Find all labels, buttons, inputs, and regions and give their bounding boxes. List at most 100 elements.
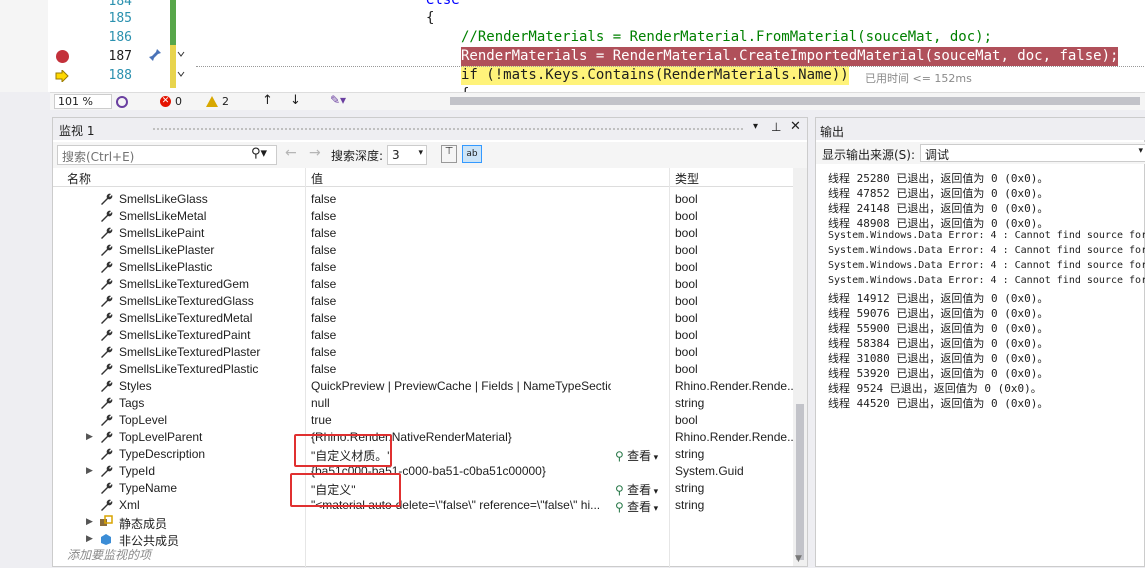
- view-button[interactable]: ⚲ 查看 ▾: [615, 498, 658, 515]
- row-name: SmellsLikeTexturedGlass: [119, 294, 254, 308]
- table-row[interactable]: SmellsLikeTexturedGlass false bool: [53, 293, 793, 310]
- back-icon[interactable]: ←: [285, 145, 297, 161]
- warning-count[interactable]: 2: [222, 95, 229, 108]
- row-value[interactable]: false: [311, 243, 611, 257]
- scrollbar-thumb[interactable]: [796, 404, 804, 560]
- col-value-header[interactable]: 值: [311, 170, 323, 187]
- table-row[interactable]: SmellsLikeTexturedPlaster false bool: [53, 344, 793, 361]
- table-row[interactable]: SmellsLikeGlass false bool: [53, 191, 793, 208]
- pin-icon[interactable]: ⊥: [771, 120, 781, 134]
- table-row[interactable]: SmellsLikeTexturedMetal false bool: [53, 310, 793, 327]
- row-type: string: [675, 498, 705, 512]
- table-row[interactable]: SmellsLikePlastic false bool: [53, 259, 793, 276]
- table-row[interactable]: SmellsLikeTexturedPlastic false bool: [53, 361, 793, 378]
- view-label: 查看: [627, 500, 652, 514]
- row-value[interactable]: false: [311, 362, 611, 376]
- row-name: TypeDescription: [119, 447, 206, 461]
- annotation-box: [290, 473, 401, 507]
- col-type-header[interactable]: 类型: [675, 170, 699, 187]
- table-row[interactable]: Tags null string: [53, 395, 793, 412]
- table-row[interactable]: TopLevel true bool: [53, 412, 793, 429]
- view-label: 查看: [627, 483, 652, 497]
- table-row[interactable]: ▶ 非公共成员: [53, 531, 793, 548]
- collapse-icon[interactable]: [176, 69, 186, 79]
- table-row[interactable]: SmellsLikeTexturedGem false bool: [53, 276, 793, 293]
- pin-icon[interactable]: [148, 48, 162, 62]
- view-button[interactable]: ⚲ 查看 ▾: [615, 447, 658, 464]
- arrow-down-icon[interactable]: ↓: [290, 93, 301, 108]
- depth-label: 搜索深度:: [331, 149, 384, 163]
- expand-icon[interactable]: ▶: [86, 465, 93, 476]
- row-type: bool: [675, 328, 698, 342]
- line-number: 186: [108, 30, 132, 45]
- pin-source-icon[interactable]: ⊤: [441, 145, 457, 163]
- output-line: 线程 14912 已退出，返回值为 0 (0x0)。: [828, 292, 1049, 305]
- table-row[interactable]: TypeName "自定义" ⚲ 查看 ▾ string: [53, 480, 793, 497]
- table-row[interactable]: SmellsLikePlaster false bool: [53, 242, 793, 259]
- horizontal-scrollbar[interactable]: [450, 97, 1140, 105]
- row-name: SmellsLikeTexturedMetal: [119, 311, 253, 325]
- code-editor[interactable]: 184 185 186 187 188 else { //RenderMater…: [0, 0, 1145, 92]
- table-row[interactable]: SmellsLikeTexturedPaint false bool: [53, 327, 793, 344]
- raw-view-icon[interactable]: ab: [462, 145, 482, 163]
- row-value[interactable]: false: [311, 328, 611, 342]
- dropdown-icon[interactable]: ▾: [753, 121, 758, 132]
- row-name: SmellsLikePaint: [119, 226, 205, 240]
- row-value[interactable]: false: [311, 226, 611, 240]
- expand-icon[interactable]: ▶: [86, 516, 93, 527]
- forward-icon[interactable]: →: [309, 145, 321, 161]
- watch-panel: 监视 1 ▾ ⊥ ✕ 搜索(Ctrl+E) ⚲▾ ← → 搜索深度: 3 ▾ ⊤ …: [52, 117, 808, 568]
- row-value[interactable]: false: [311, 209, 611, 223]
- editor-status-bar: 101 % ✕ 0 2 ↑ ↓ ✎▾: [50, 92, 1145, 110]
- wrench-icon: [101, 210, 113, 222]
- row-value[interactable]: false: [311, 260, 611, 274]
- col-name-header[interactable]: 名称: [67, 170, 91, 187]
- warning-icon[interactable]: [206, 96, 218, 107]
- wrench-icon: [101, 278, 113, 290]
- magnifier-icon: ⚲: [615, 483, 628, 497]
- zoom-select[interactable]: 101 %: [54, 94, 112, 109]
- grid-header: 名称 值 类型 ▲: [53, 168, 802, 187]
- output-title: 输出: [820, 125, 845, 139]
- table-row[interactable]: ▶ 静态成员: [53, 514, 793, 531]
- view-button[interactable]: ⚲ 查看 ▾: [615, 481, 658, 498]
- brush-icon[interactable]: ✎▾: [330, 93, 346, 107]
- row-value[interactable]: null: [311, 396, 611, 410]
- table-row[interactable]: ▶ TopLevelParent {Rhino.Render.NativeRende…: [53, 429, 793, 446]
- row-value[interactable]: true: [311, 413, 611, 427]
- table-row[interactable]: TypeDescription "自定义材质。" ⚲ 查看 ▾ string: [53, 446, 793, 463]
- table-row[interactable]: ▶ TypeId {ba51c000-ba51-c000-ba51-c0ba51c0…: [53, 463, 793, 480]
- search-icon[interactable]: ⚲▾: [251, 146, 267, 161]
- row-value[interactable]: false: [311, 345, 611, 359]
- perf-tip: 已用时间 <= 152ms: [865, 72, 972, 85]
- arrow-up-icon[interactable]: ↑: [262, 93, 273, 108]
- error-count[interactable]: 0: [175, 95, 182, 108]
- add-watch-placeholder[interactable]: 添加要监视的项: [67, 546, 151, 563]
- row-name: TypeName: [119, 481, 178, 495]
- table-row[interactable]: SmellsLikePaint false bool: [53, 225, 793, 242]
- source-select[interactable]: 调试 ▾: [920, 144, 1145, 162]
- dropdown-icon[interactable]: ▾: [651, 486, 659, 496]
- expand-icon[interactable]: ▶: [86, 431, 93, 442]
- dropdown-icon[interactable]: ▾: [651, 503, 659, 513]
- error-icon[interactable]: ✕: [160, 96, 171, 107]
- search-input[interactable]: 搜索(Ctrl+E): [57, 145, 277, 165]
- intellicode-icon[interactable]: [115, 95, 129, 109]
- row-value[interactable]: QuickPreview | PreviewCache | Fields | N…: [311, 379, 611, 393]
- close-icon[interactable]: ✕: [790, 119, 801, 134]
- row-value[interactable]: false: [311, 277, 611, 291]
- row-name: SmellsLikeMetal: [119, 209, 207, 223]
- table-row[interactable]: Styles QuickPreview | PreviewCache | Fiel…: [53, 378, 793, 395]
- wrench-icon: [101, 380, 113, 392]
- table-row[interactable]: Xml "<material auto-delete=\"false\" refe…: [53, 497, 793, 514]
- scroll-down-icon[interactable]: ▼: [795, 554, 802, 564]
- row-value[interactable]: false: [311, 294, 611, 308]
- table-row[interactable]: SmellsLikeMetal false bool: [53, 208, 793, 225]
- depth-select[interactable]: 3 ▾: [387, 145, 427, 165]
- row-value[interactable]: false: [311, 311, 611, 325]
- row-value[interactable]: false: [311, 192, 611, 206]
- dropdown-icon[interactable]: ▾: [651, 452, 659, 462]
- collapse-icon[interactable]: [176, 49, 186, 59]
- expand-icon[interactable]: ▶: [86, 533, 93, 544]
- breakpoint-icon[interactable]: [56, 50, 69, 63]
